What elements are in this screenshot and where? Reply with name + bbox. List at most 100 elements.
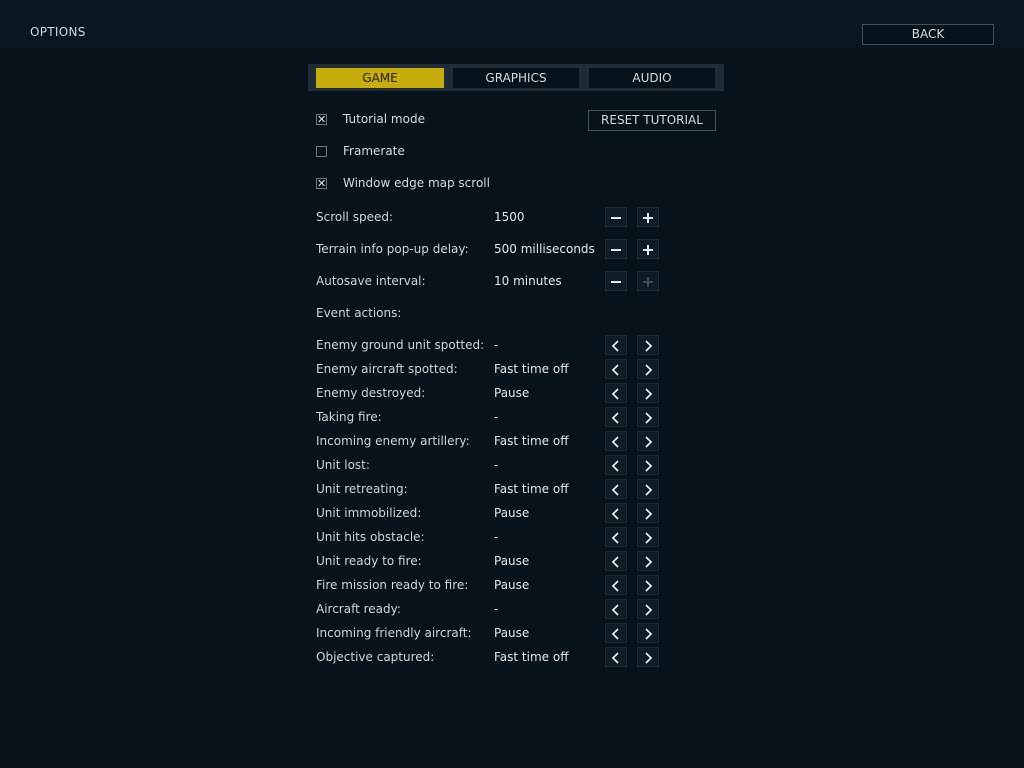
event-next-button[interactable] — [637, 407, 659, 427]
event-label: Unit ready to fire: — [316, 554, 422, 568]
event-label: Unit immobilized: — [316, 506, 422, 520]
chevron-right-icon — [645, 388, 653, 400]
chevron-left-icon — [611, 388, 619, 400]
page-title: OPTIONS — [30, 25, 86, 39]
plus-icon — [643, 213, 653, 223]
chevron-right-icon — [645, 628, 653, 640]
chevron-right-icon — [645, 436, 653, 448]
tutorial-mode-label: Tutorial mode — [343, 112, 425, 126]
event-previous-button[interactable] — [605, 431, 627, 451]
checkmark-icon: ✕ — [317, 113, 327, 126]
popup-delay-decrease-button[interactable] — [605, 239, 627, 259]
popup-delay-value: 500 milliseconds — [494, 242, 595, 256]
event-label: Incoming enemy artillery: — [316, 434, 470, 448]
reset-tutorial-button[interactable]: RESET TUTORIAL — [588, 110, 716, 131]
event-previous-button[interactable] — [605, 503, 627, 523]
popup-delay-increase-button[interactable] — [637, 239, 659, 259]
event-previous-button[interactable] — [605, 551, 627, 571]
chevron-right-icon — [645, 412, 653, 424]
event-previous-button[interactable] — [605, 647, 627, 667]
back-button[interactable]: BACK — [862, 24, 994, 45]
event-value: - — [494, 410, 499, 424]
plus-icon — [643, 277, 653, 287]
scroll-speed-label: Scroll speed: — [316, 210, 394, 224]
event-label: Enemy destroyed: — [316, 386, 426, 400]
chevron-left-icon — [611, 460, 619, 472]
chevron-right-icon — [645, 652, 653, 664]
framerate-checkbox[interactable] — [316, 146, 327, 157]
tab-game[interactable]: GAME — [316, 68, 444, 88]
chevron-right-icon — [645, 508, 653, 520]
chevron-left-icon — [611, 628, 619, 640]
event-label: Taking fire: — [316, 410, 382, 424]
event-previous-button[interactable] — [605, 623, 627, 643]
autosave-decrease-button[interactable] — [605, 271, 627, 291]
event-value: - — [494, 458, 499, 472]
event-next-button[interactable] — [637, 575, 659, 595]
top-bar: OPTIONS BACK — [0, 0, 1024, 48]
event-next-button[interactable] — [637, 647, 659, 667]
minus-icon — [611, 281, 621, 283]
event-next-button[interactable] — [637, 383, 659, 403]
autosave-increase-button[interactable] — [637, 271, 659, 291]
scroll-speed-increase-button[interactable] — [637, 207, 659, 227]
edge-scroll-label: Window edge map scroll — [343, 176, 490, 190]
event-label: Unit hits obstacle: — [316, 530, 425, 544]
event-value: Fast time off — [494, 362, 569, 376]
event-next-button[interactable] — [637, 455, 659, 475]
event-previous-button[interactable] — [605, 455, 627, 475]
event-previous-button[interactable] — [605, 383, 627, 403]
chevron-right-icon — [645, 532, 653, 544]
chevron-right-icon — [645, 556, 653, 568]
event-previous-button[interactable] — [605, 479, 627, 499]
event-value: Pause — [494, 506, 530, 520]
event-previous-button[interactable] — [605, 527, 627, 547]
chevron-left-icon — [611, 484, 619, 496]
event-next-button[interactable] — [637, 335, 659, 355]
tab-audio[interactable]: AUDIO — [589, 68, 715, 88]
event-next-button[interactable] — [637, 599, 659, 619]
event-next-button[interactable] — [637, 623, 659, 643]
tutorial-mode-checkbox[interactable]: ✕ — [316, 113, 327, 126]
chevron-right-icon — [645, 484, 653, 496]
event-value: - — [494, 530, 499, 544]
event-previous-button[interactable] — [605, 599, 627, 619]
scroll-speed-value: 1500 — [494, 210, 525, 224]
event-label: Incoming friendly aircraft: — [316, 626, 472, 640]
chevron-left-icon — [611, 340, 619, 352]
chevron-left-icon — [611, 652, 619, 664]
chevron-right-icon — [645, 580, 653, 592]
event-value: Pause — [494, 386, 530, 400]
autosave-interval-label: Autosave interval: — [316, 274, 426, 288]
minus-icon — [611, 217, 621, 219]
event-next-button[interactable] — [637, 503, 659, 523]
checkmark-icon: ✕ — [317, 177, 327, 190]
event-label: Enemy aircraft spotted: — [316, 362, 458, 376]
framerate-label: Framerate — [343, 144, 405, 158]
event-label: Objective captured: — [316, 650, 435, 664]
event-previous-button[interactable] — [605, 575, 627, 595]
event-actions-heading: Event actions: — [316, 306, 402, 320]
event-previous-button[interactable] — [605, 407, 627, 427]
chevron-right-icon — [645, 364, 653, 376]
event-value: Fast time off — [494, 482, 569, 496]
event-value: Pause — [494, 578, 530, 592]
chevron-left-icon — [611, 412, 619, 424]
event-previous-button[interactable] — [605, 359, 627, 379]
tab-graphics[interactable]: GRAPHICS — [453, 68, 579, 88]
event-next-button[interactable] — [637, 551, 659, 571]
event-next-button[interactable] — [637, 359, 659, 379]
chevron-left-icon — [611, 604, 619, 616]
edge-scroll-checkbox[interactable]: ✕ — [316, 177, 327, 190]
event-previous-button[interactable] — [605, 335, 627, 355]
chevron-left-icon — [611, 436, 619, 448]
event-label: Enemy ground unit spotted: — [316, 338, 485, 352]
scroll-speed-decrease-button[interactable] — [605, 207, 627, 227]
chevron-right-icon — [645, 340, 653, 352]
event-next-button[interactable] — [637, 431, 659, 451]
event-value: - — [494, 602, 499, 616]
event-next-button[interactable] — [637, 527, 659, 547]
chevron-left-icon — [611, 580, 619, 592]
event-value: - — [494, 338, 499, 352]
event-next-button[interactable] — [637, 479, 659, 499]
